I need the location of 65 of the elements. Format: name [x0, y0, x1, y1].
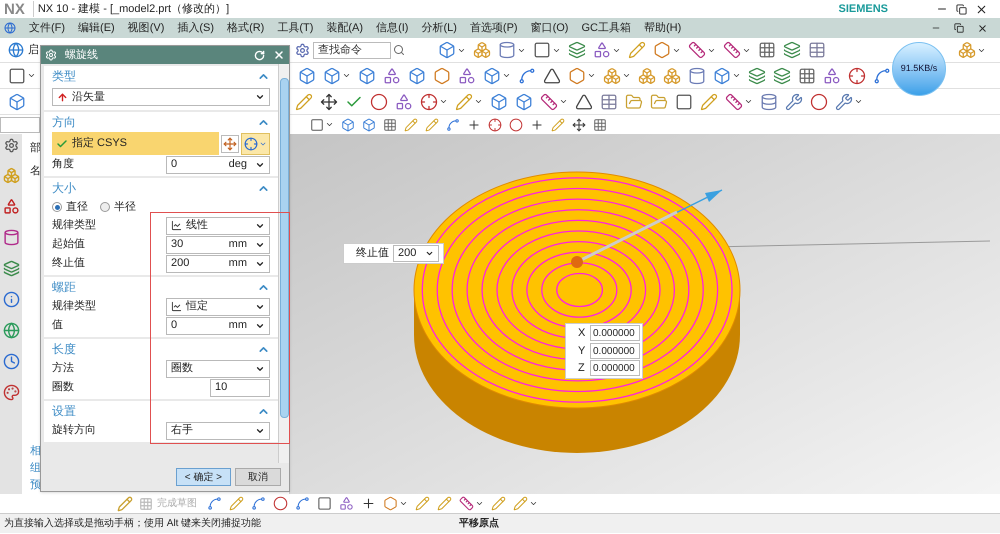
menu-item[interactable]: 帮助(H) — [644, 20, 682, 36]
axis-label: Y — [578, 344, 586, 358]
navigator-tab[interactable]: 预 — [30, 477, 41, 494]
coordinate-field[interactable]: 0.000000 — [590, 325, 640, 342]
csys-selector[interactable]: 指定 CSYS — [52, 132, 219, 155]
navigator-tab[interactable]: 相 — [30, 443, 41, 460]
menu-item[interactable]: 首选项(P) — [470, 20, 518, 36]
input-field[interactable]: 0 mm — [166, 316, 270, 334]
dropdown[interactable]: 线性 — [166, 216, 270, 234]
menu-item[interactable]: 插入(S) — [177, 20, 214, 36]
cancel-button[interactable]: 取消 — [235, 468, 281, 486]
axis-label: Z — [578, 361, 586, 376]
dropdown[interactable]: 沿矢量 — [52, 88, 270, 106]
menu-item[interactable]: 工具(T) — [277, 20, 314, 36]
menu-item[interactable]: 窗口(O) — [530, 20, 568, 36]
field-label: 圈数 — [52, 380, 75, 396]
status-action: 平移原点 — [459, 516, 499, 531]
radio-option[interactable]: 直径 — [52, 198, 88, 216]
section-header[interactable]: 大小 — [52, 178, 270, 198]
section-header[interactable]: 螺距 — [52, 277, 270, 297]
field-label: 值 — [52, 318, 64, 334]
section-header[interactable]: 方向 — [52, 112, 270, 132]
field-label: 方法 — [52, 360, 75, 376]
input-field[interactable]: 200 mm — [166, 254, 270, 272]
column-header: 名 — [30, 164, 41, 178]
start-label[interactable]: 启 — [28, 42, 39, 58]
menu-item[interactable]: 视图(V) — [128, 20, 164, 36]
section-header[interactable]: 类型 — [52, 66, 270, 86]
field-label: 终止值 — [52, 256, 86, 272]
field-label: 起始值 — [52, 237, 86, 252]
dropdown[interactable]: 右手 — [166, 422, 270, 440]
end-value-field[interactable]: 200 — [393, 245, 439, 262]
speed-badge: 91.5KB/s — [892, 42, 946, 96]
end-value-label: 终止值 — [356, 246, 389, 262]
section-header[interactable]: 长度 — [52, 339, 270, 359]
dialog-title: 螺旋线 — [65, 48, 99, 63]
field-label: 旋转方向 — [52, 422, 97, 438]
search-field[interactable]: 查找命令 — [313, 42, 391, 58]
window-title: NX 10 - 建模 - [_model2.prt（修改的）] — [32, 0, 830, 18]
input-field[interactable]: 10 — [210, 378, 270, 396]
radio-option[interactable]: 半径 — [100, 198, 136, 216]
status-prompt: 为直接输入选择或是拖动手柄；使用 Alt 键来关闭捕捉功能 — [4, 516, 262, 531]
menu-item[interactable]: 信息(I) — [376, 20, 408, 36]
ok-button[interactable]: < 确定 > — [176, 468, 231, 486]
field-label: 角度 — [52, 156, 75, 172]
menu-item[interactable]: 装配(A) — [326, 20, 364, 36]
menu-item[interactable]: 格式(R) — [227, 20, 264, 36]
input-field[interactable]: 0 deg — [166, 156, 270, 174]
dropdown[interactable]: 圈数 — [166, 360, 270, 378]
coordinate-field[interactable]: 0.000000 — [590, 342, 640, 359]
section-header[interactable]: 设置 — [52, 401, 270, 421]
input-field[interactable]: 30 mm — [166, 236, 270, 254]
menu-item[interactable]: GC工具箱 — [581, 20, 631, 36]
menu-item[interactable]: 分析(L) — [421, 20, 457, 36]
navigator-tab[interactable]: 组 — [30, 460, 41, 477]
menu-item[interactable]: 文件(F) — [29, 20, 66, 36]
app-logo: NX — [4, 2, 25, 16]
coordinate-field[interactable]: 0.000000 — [590, 360, 640, 376]
menu-item[interactable]: 编辑(E) — [78, 20, 115, 36]
dropdown[interactable]: 恒定 — [166, 298, 270, 316]
field-label: 规律类型 — [52, 218, 97, 234]
navigator-title: 部 — [30, 140, 41, 156]
field-label: 规律类型 — [52, 299, 97, 314]
axis-label: X — [578, 326, 586, 341]
brand-label: SIEMENS — [838, 2, 888, 17]
